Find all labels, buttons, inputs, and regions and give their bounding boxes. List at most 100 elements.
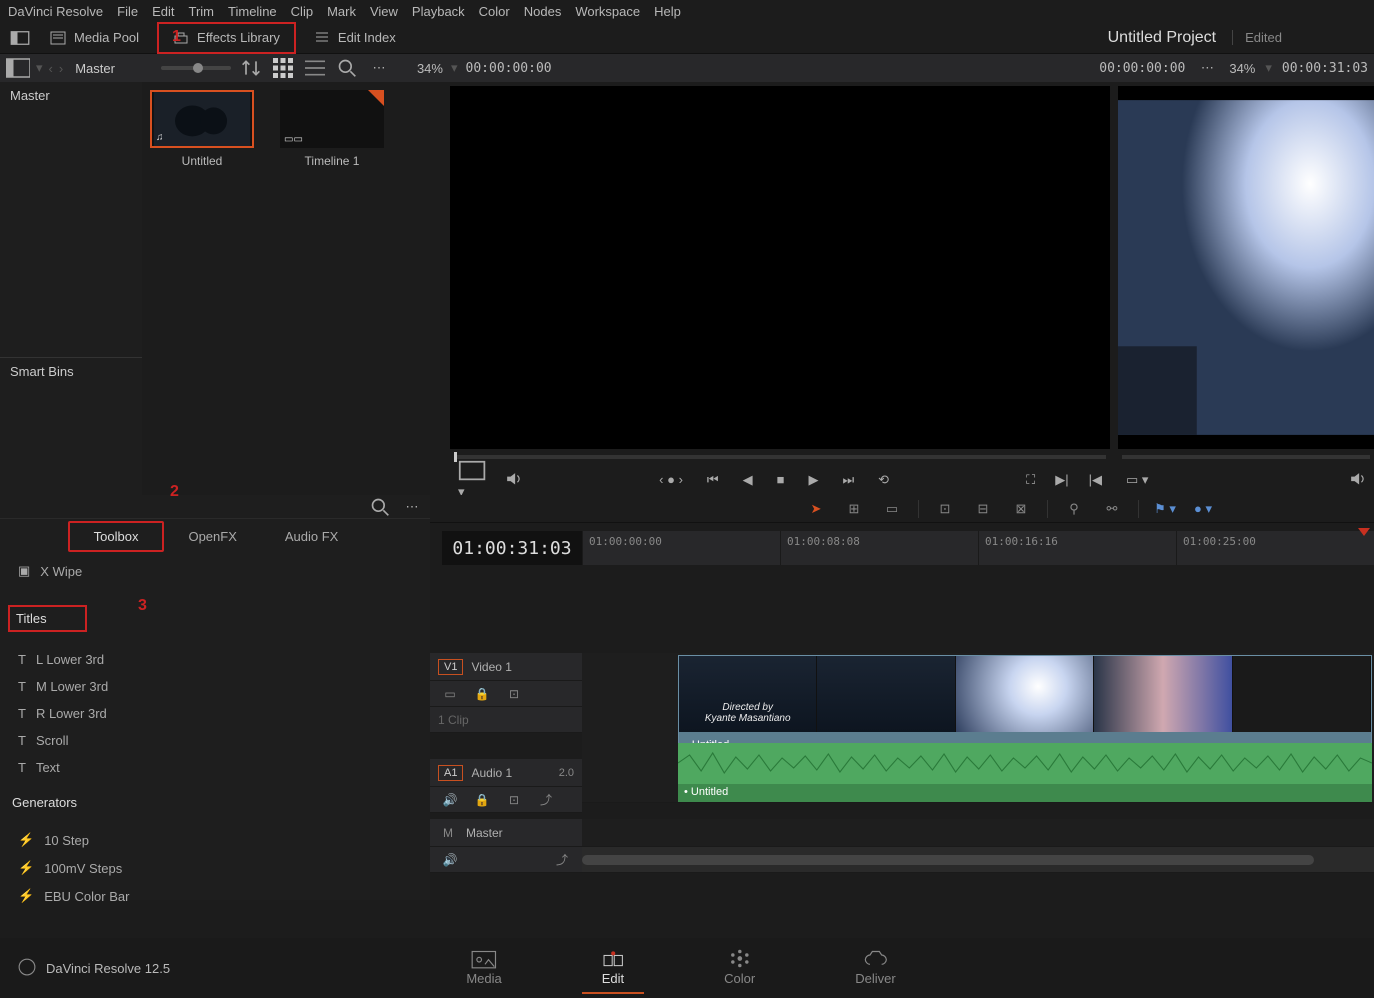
curve-icon[interactable]: ⤴ [550,851,574,868]
zoom-chevron-icon[interactable]: ▾ [451,60,458,76]
bin-view-icon[interactable] [6,58,30,78]
title-l-lower-3rd[interactable]: TL Lower 3rd [8,646,422,673]
mute-icon[interactable]: 🔊 [438,793,462,807]
page-color[interactable]: Color [704,942,775,994]
more-icon[interactable]: ⋯ [367,58,391,78]
smart-bins-header[interactable]: Smart Bins [0,357,142,385]
master-bin[interactable]: Master [0,82,142,109]
section-generators[interactable]: Generators [8,787,422,818]
volume-icon[interactable] [506,472,522,489]
link-icon[interactable]: ⚯ [1100,501,1124,517]
page-media[interactable]: Media [446,942,521,994]
workspace-layout-icon[interactable] [8,28,32,48]
fullscreen-icon[interactable]: ⛶ [1026,472,1035,488]
track-a1-badge[interactable]: A1 [438,765,463,781]
timeline-ruler[interactable]: 01:00:00:00 01:00:08:08 01:00:16:16 01:0… [582,531,1374,565]
lock-icon[interactable]: 🔒 [470,687,494,701]
nav-forward-icon[interactable]: › [59,61,63,76]
replace-icon[interactable]: ⊠ [1009,501,1033,517]
menu-color[interactable]: Color [479,4,510,19]
track-enable-icon[interactable]: ▭ [438,687,462,701]
snap-icon[interactable]: ⚲ [1062,501,1086,517]
menu-file[interactable]: File [117,4,138,19]
media-pool-button[interactable]: Media Pool [36,24,153,52]
prev-edit-icon[interactable]: |◀ [1089,472,1102,488]
record-zoom[interactable]: 34% [1229,61,1255,76]
clip-thumbnail[interactable]: ▭▭ [280,90,384,148]
generator-ebu-color-bar[interactable]: ⚡EBU Color Bar [8,882,422,910]
match-frame-icon[interactable]: ▭ ▾ [1126,472,1148,488]
title-r-lower-3rd[interactable]: TR Lower 3rd [8,700,422,727]
flag-icon[interactable]: ⚑ ▾ [1153,501,1177,517]
lock-icon[interactable]: 🔒 [470,793,494,807]
overwrite-icon[interactable]: ⊟ [971,501,995,517]
bin-path[interactable]: Master [75,61,115,76]
source-scrubber[interactable] [450,449,1110,465]
record-scrubber[interactable] [1118,449,1374,465]
playhead-marker-icon[interactable] [1358,528,1370,536]
search-icon[interactable] [368,497,392,517]
effect-x-wipe[interactable]: ▣ X Wipe [8,557,422,585]
track-a1-header[interactable]: A1 Audio 1 2.0 [430,759,582,787]
stop-icon[interactable]: ■ [777,472,785,488]
play-reverse-icon[interactable]: ◀ [743,472,753,488]
jog-back-icon[interactable]: ‹ ● › [659,472,683,488]
timeline-scrollbar[interactable] [582,847,1374,873]
mute-icon[interactable]: 🔊 [438,853,462,867]
chevron-down-icon[interactable]: ▾ [36,60,43,76]
menu-playback[interactable]: Playback [412,4,465,19]
track-master-header[interactable]: M Master [430,819,582,847]
record-screen[interactable] [1118,86,1374,449]
next-edit-icon[interactable]: ▶| [1055,472,1068,488]
more-icon[interactable]: ⋯ [400,497,424,517]
audio-clip-untitled[interactable]: • Untitled [678,743,1372,802]
grid-view-icon[interactable] [271,58,295,78]
nav-back-icon[interactable]: ‹ [49,61,53,76]
generator-10-step[interactable]: ⚡10 Step [8,826,422,854]
menu-workspace[interactable]: Workspace [575,4,640,19]
insert-icon[interactable]: ⊡ [933,501,957,517]
tab-toolbox[interactable]: Toolbox [68,521,165,552]
edit-index-button[interactable]: Edit Index [300,24,410,52]
menu-view[interactable]: View [370,4,398,19]
track-v1-header[interactable]: V1 Video 1 [430,653,582,681]
thumbnail-size-slider[interactable] [161,66,231,70]
clip-thumbnail[interactable]: ♫ [150,90,254,148]
volume-icon[interactable] [1350,472,1366,489]
blade-tool-icon[interactable]: ▭ [880,501,904,517]
auto-select-icon[interactable]: ⊡ [502,687,526,701]
menu-timeline[interactable]: Timeline [228,4,277,19]
menu-clip[interactable]: Clip [291,4,313,19]
last-frame-icon[interactable]: ⏭ [842,472,854,488]
play-icon[interactable]: ▶ [808,472,818,488]
clip-timeline-1[interactable]: ▭▭ Timeline 1 [280,90,384,168]
menu-trim[interactable]: Trim [189,4,215,19]
generator-100mv-steps[interactable]: ⚡100mV Steps [8,854,422,882]
source-zoom[interactable]: 34% [417,61,443,76]
search-icon[interactable] [335,58,359,78]
tab-openfx[interactable]: OpenFX [164,523,260,550]
track-master-content[interactable] [582,819,1374,847]
marker-icon[interactable]: ● ▾ [1191,501,1215,517]
menu-edit[interactable]: Edit [152,4,174,19]
title-scroll[interactable]: TScroll [8,727,422,754]
source-screen[interactable] [450,86,1110,449]
page-deliver[interactable]: Deliver [835,942,915,994]
sort-icon[interactable] [239,58,263,78]
menu-nodes[interactable]: Nodes [524,4,562,19]
menu-help[interactable]: Help [654,4,681,19]
tab-audiofx[interactable]: Audio FX [261,523,362,550]
zoom-chevron-2-icon[interactable]: ▾ [1265,60,1272,76]
menu-mark[interactable]: Mark [327,4,356,19]
more-icon-2[interactable]: ⋯ [1195,58,1219,78]
track-v1-badge[interactable]: V1 [438,659,463,675]
selection-tool-icon[interactable]: ➤ [804,501,828,517]
title-m-lower-3rd[interactable]: TM Lower 3rd [8,673,422,700]
first-frame-icon[interactable]: ⏮ [707,472,719,488]
page-edit[interactable]: Edit [582,942,644,994]
video-clip-untitled[interactable]: Directed byKyante Masantiano • Untitled [678,655,1372,756]
trim-tool-icon[interactable]: ⊞ [842,501,866,517]
list-view-icon[interactable] [303,58,327,78]
section-titles[interactable]: Titles [8,605,87,632]
loop-icon[interactable]: ⟲ [878,472,889,488]
